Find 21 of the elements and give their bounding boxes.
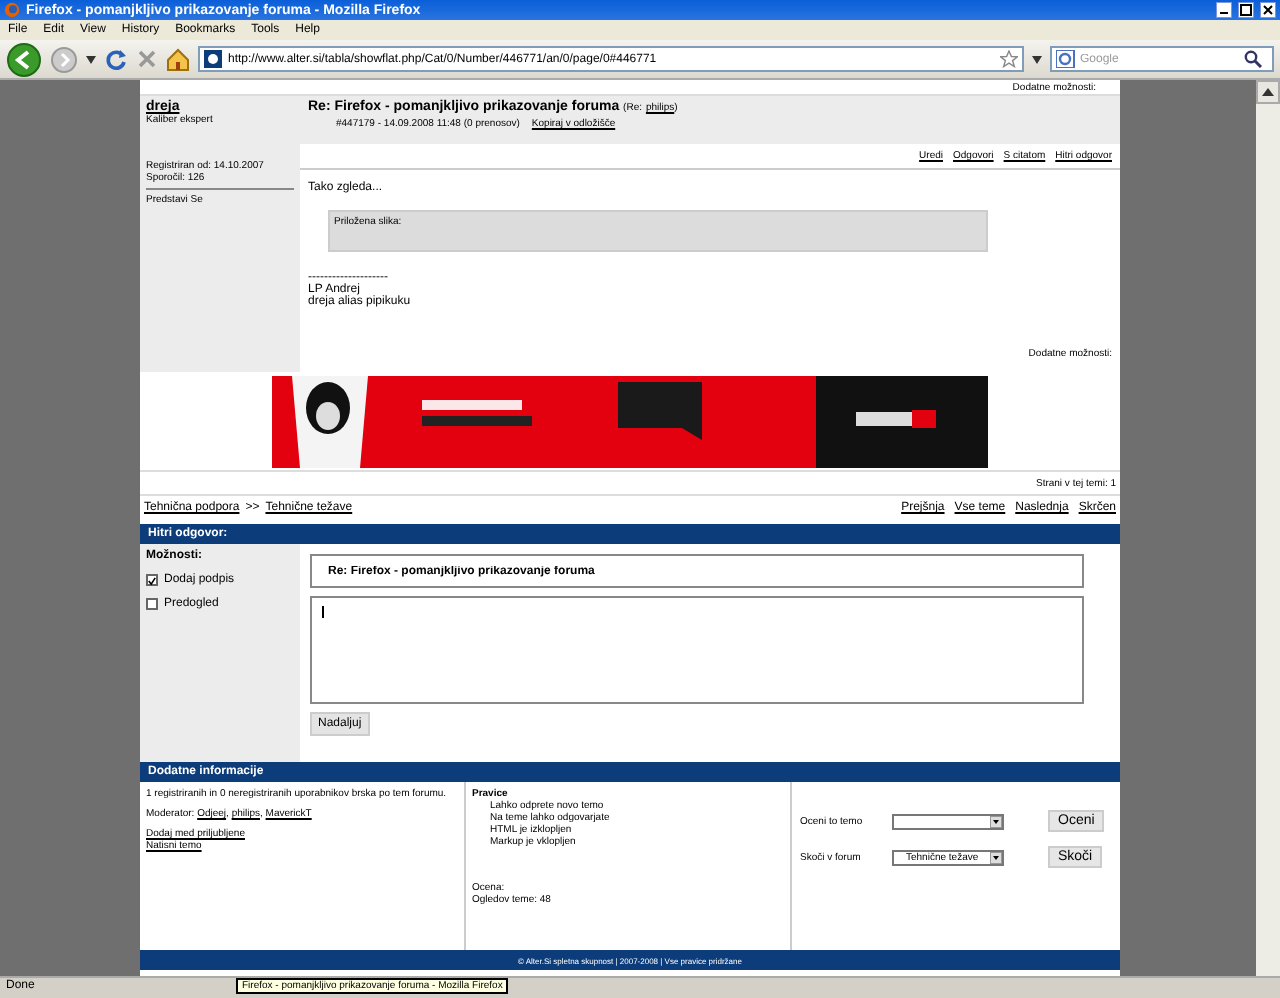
rating-select[interactable] (892, 813, 1004, 829)
home-button[interactable] (166, 47, 190, 71)
dropdown-icon[interactable] (1032, 55, 1042, 63)
message-field[interactable] (310, 596, 1084, 704)
firefox-icon (4, 2, 20, 18)
dropdown-icon (990, 851, 1002, 863)
close-button[interactable] (1260, 2, 1276, 18)
scroll-up-icon[interactable] (1256, 80, 1280, 104)
search-icon[interactable] (1244, 50, 1262, 68)
check-icon (148, 575, 156, 585)
checkbox[interactable] (146, 598, 158, 610)
checkbox[interactable] (146, 574, 158, 586)
reload-button[interactable] (104, 47, 128, 71)
dropdown-icon (990, 815, 1002, 827)
dropdown-icon[interactable] (86, 55, 96, 63)
site-icon (204, 50, 222, 68)
search-engine-icon (1056, 50, 1076, 68)
back-button[interactable] (6, 41, 42, 77)
maximize-button[interactable] (1238, 2, 1254, 18)
star-icon[interactable] (1000, 50, 1018, 68)
minimize-button[interactable] (1216, 2, 1232, 18)
